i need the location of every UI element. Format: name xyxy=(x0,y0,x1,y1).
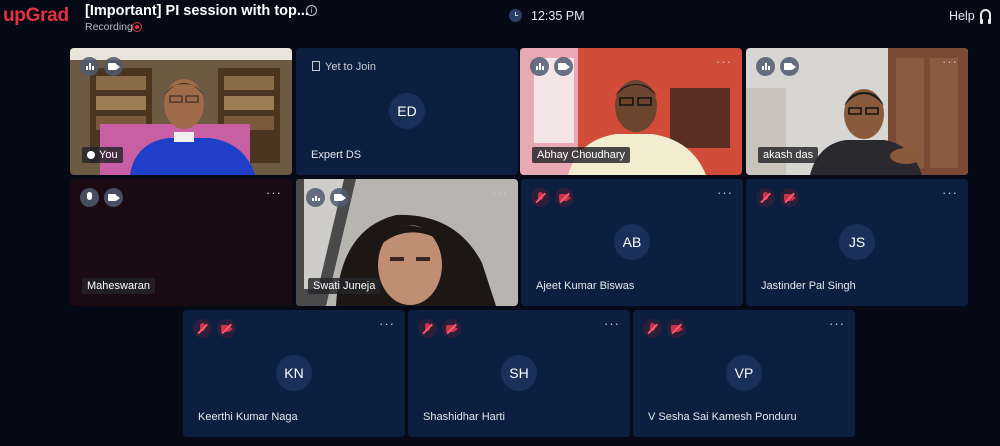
more-options-icon[interactable]: ··· xyxy=(604,317,620,330)
avatar: JS xyxy=(839,224,875,260)
mic-toggle[interactable] xyxy=(756,188,775,207)
join-status: Yet to Join xyxy=(312,61,376,73)
mic-icon xyxy=(87,192,92,200)
help-button[interactable]: Help xyxy=(949,9,975,23)
participant-name-chip: Abhay Choudhary xyxy=(532,147,631,163)
participant-name: Keerthi Kumar Naga xyxy=(198,411,298,423)
avatar: ED xyxy=(389,93,425,129)
more-options-icon[interactable]: ··· xyxy=(266,186,282,199)
info-icon[interactable]: i xyxy=(306,5,317,16)
camera-icon xyxy=(784,63,796,70)
participant-name-chip: Maheswaran xyxy=(82,278,155,294)
camera-toggle[interactable] xyxy=(555,188,574,207)
session-time: 12:35 PM xyxy=(531,9,585,23)
participant-name-chip: You xyxy=(82,147,123,163)
participant-name: Expert DS xyxy=(311,149,362,161)
clock-icon xyxy=(509,9,522,22)
camera-toggle[interactable] xyxy=(442,319,461,338)
avatar: VP xyxy=(726,355,762,391)
participant-name: You xyxy=(99,149,118,161)
participant-tile-shashidhar[interactable]: ··· SH Shashidhar Harti xyxy=(408,310,630,437)
door-icon xyxy=(312,61,320,71)
participant-tile-expert-ds[interactable]: Yet to Join ED Expert DS xyxy=(296,48,518,175)
participant-tile-abhay[interactable]: ··· Abhay Choudhary xyxy=(520,48,742,175)
mic-toggle[interactable] xyxy=(418,319,437,338)
participant-tile-maheswaran[interactable]: ··· Maheswaran xyxy=(70,179,292,306)
join-status-label: Yet to Join xyxy=(325,61,376,73)
mic-toggle[interactable] xyxy=(306,188,325,207)
avatar: KN xyxy=(276,355,312,391)
camera-icon xyxy=(108,63,120,70)
more-options-icon[interactable]: ··· xyxy=(492,186,508,199)
participant-tile-keerthi[interactable]: ··· KN Keerthi Kumar Naga xyxy=(183,310,405,437)
participant-name-chip: Swati Juneja xyxy=(308,278,381,294)
camera-toggle[interactable] xyxy=(217,319,236,338)
mic-toggle[interactable] xyxy=(80,188,99,207)
participant-tile-akash[interactable]: ··· akash das xyxy=(746,48,968,175)
participant-tile-swati[interactable]: ··· Swati Juneja xyxy=(296,179,518,306)
mic-toggle[interactable] xyxy=(80,57,99,76)
headset-icon[interactable] xyxy=(980,9,991,24)
recording-label: Recording xyxy=(85,21,133,33)
participant-tile-jastinder[interactable]: ··· JS Jastinder Pal Singh xyxy=(746,179,968,306)
mic-toggle[interactable] xyxy=(530,57,549,76)
camera-toggle[interactable] xyxy=(104,188,123,207)
participant-name: Jastinder Pal Singh xyxy=(761,280,856,292)
camera-icon xyxy=(334,194,346,201)
more-options-icon[interactable]: ··· xyxy=(942,186,958,199)
user-icon xyxy=(87,151,95,159)
more-options-icon[interactable]: ··· xyxy=(379,317,395,330)
session-title: [Important] PI session with top... xyxy=(85,3,309,19)
camera-toggle[interactable] xyxy=(667,319,686,338)
avatar: AB xyxy=(614,224,650,260)
more-options-icon[interactable]: ··· xyxy=(716,55,732,68)
audio-level-icon xyxy=(311,193,320,202)
camera-toggle[interactable] xyxy=(780,57,799,76)
mic-toggle[interactable] xyxy=(193,319,212,338)
participant-name: Ajeet Kumar Biswas xyxy=(536,280,635,292)
mic-toggle[interactable] xyxy=(643,319,662,338)
participant-tile-ajeet[interactable]: ··· AB Ajeet Kumar Biswas xyxy=(521,179,743,306)
audio-level-icon xyxy=(761,62,770,71)
upgrad-logo[interactable]: upGrad xyxy=(3,5,69,27)
recording-icon xyxy=(132,22,142,32)
participant-name: Shashidhar Harti xyxy=(423,411,505,423)
mic-toggle[interactable] xyxy=(756,57,775,76)
camera-toggle[interactable] xyxy=(104,57,123,76)
more-options-icon[interactable]: ··· xyxy=(942,55,958,68)
mic-toggle[interactable] xyxy=(531,188,550,207)
participant-tile-you[interactable]: You xyxy=(70,48,292,175)
avatar: SH xyxy=(501,355,537,391)
participant-tile-sesha[interactable]: ··· VP V Sesha Sai Kamesh Ponduru xyxy=(633,310,855,437)
participant-name-chip: akash das xyxy=(758,147,819,163)
camera-toggle[interactable] xyxy=(330,188,349,207)
top-bar: upGrad [Important] PI session with top..… xyxy=(0,0,1000,40)
audio-level-icon xyxy=(85,62,94,71)
camera-icon xyxy=(108,194,120,201)
audio-level-icon xyxy=(535,62,544,71)
camera-icon xyxy=(558,63,570,70)
camera-toggle[interactable] xyxy=(554,57,573,76)
participant-name: V Sesha Sai Kamesh Ponduru xyxy=(648,411,797,423)
more-options-icon[interactable]: ··· xyxy=(829,317,845,330)
more-options-icon[interactable]: ··· xyxy=(717,186,733,199)
camera-toggle[interactable] xyxy=(780,188,799,207)
